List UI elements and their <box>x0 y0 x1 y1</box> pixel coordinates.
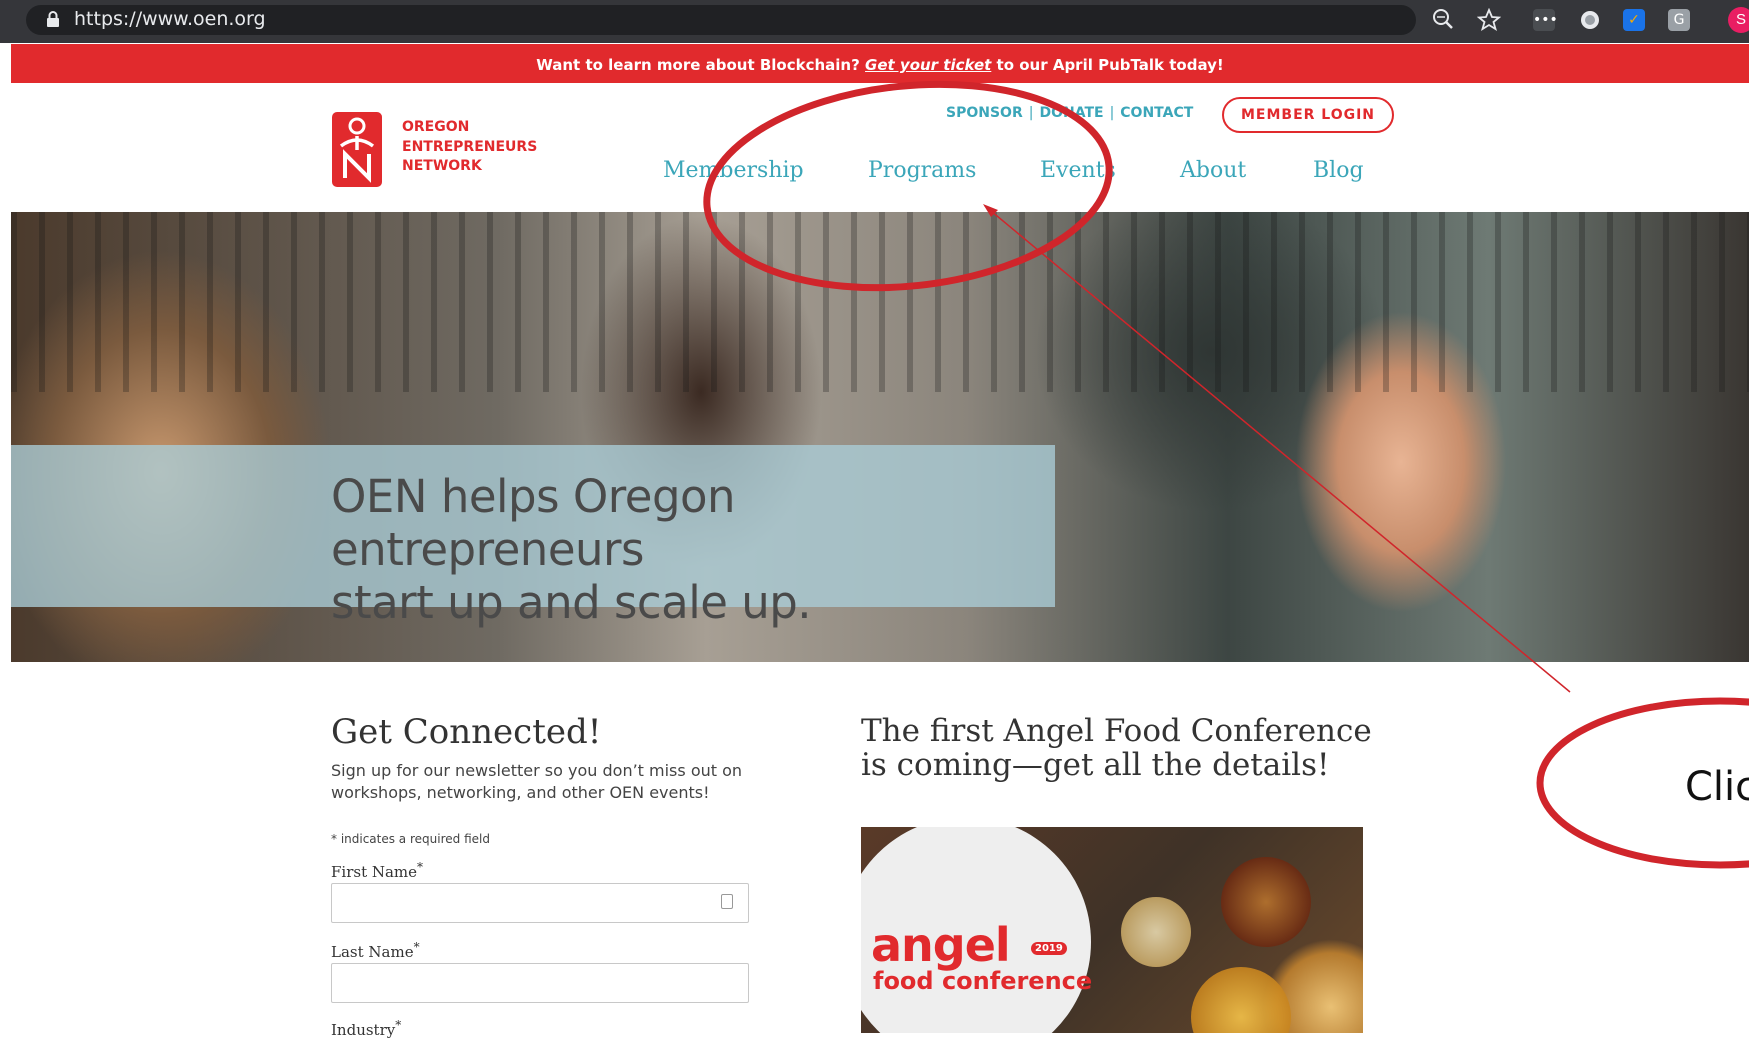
angel-food-conference-image[interactable]: angel food conference 2019 <box>861 827 1363 1033</box>
utility-separator: | <box>1109 105 1115 121</box>
hero-fence-pattern <box>11 212 1749 392</box>
glass-graphic <box>1121 897 1191 967</box>
hero-headline-line2: start up and scale up. <box>331 576 812 629</box>
member-login-button[interactable]: MEMBER LOGIN <box>1222 97 1394 133</box>
logo-wordmark[interactable]: OREGON ENTREPRENEURS NETWORK <box>402 118 537 177</box>
utility-nav: SPONSOR | DONATE | CONTACT <box>946 105 1193 125</box>
hero-headline-line1: OEN helps Oregon entrepreneurs <box>331 470 736 576</box>
industry-label: Industry* <box>331 1018 402 1039</box>
required-field-note: * indicates a required field <box>331 832 490 846</box>
hero-headline: OEN helps Oregon entrepreneurs start up … <box>331 470 1051 629</box>
donate-link[interactable]: DONATE <box>1039 105 1103 121</box>
banner-ticket-link[interactable]: Get your ticket <box>865 56 991 74</box>
bookmark-star-icon[interactable] <box>1477 8 1501 32</box>
angel-logo-subtitle: food conference <box>873 967 1093 995</box>
utility-separator: | <box>1028 105 1034 121</box>
announcement-banner: Want to learn more about Blockchain? Get… <box>11 44 1749 83</box>
nav-blog[interactable]: Blog <box>1313 158 1364 183</box>
article-title[interactable]: The first Angel Food Conference is comin… <box>861 714 1381 782</box>
logo-line-network: NETWORK <box>402 158 482 174</box>
last-name-label: Last Name* <box>331 940 420 961</box>
extension-circle-icon[interactable] <box>1579 9 1601 31</box>
glass-graphic <box>1221 857 1311 947</box>
url-text[interactable]: https://www.oen.org <box>74 8 266 30</box>
extension-dots-icon[interactable]: ••• <box>1533 9 1558 31</box>
logo-line-oregon: OREGON <box>402 119 470 135</box>
annotation-callout-text: Clic <box>1685 764 1749 810</box>
signup-description: Sign up for our newsletter so you don’t … <box>331 761 743 802</box>
angel-logo-year: 2019 <box>1031 942 1067 955</box>
nav-about[interactable]: About <box>1180 158 1246 183</box>
glass-graphic <box>1191 967 1291 1033</box>
banner-text-before: Want to learn more about Blockchain? <box>536 56 860 74</box>
nav-events[interactable]: Events <box>1040 158 1116 183</box>
sponsor-link[interactable]: SPONSOR <box>946 105 1023 121</box>
angel-food-logo: angel food conference <box>871 922 1092 994</box>
signup-title: Get Connected! <box>331 712 602 752</box>
last-name-field[interactable] <box>331 963 749 1003</box>
contact-link[interactable]: CONTACT <box>1120 105 1193 121</box>
browser-toolbar: https://www.oen.org ••• ✓ G S <box>0 0 1749 43</box>
oen-logo-icon[interactable] <box>332 112 382 187</box>
nav-membership[interactable]: Membership <box>663 158 804 183</box>
extension-g-icon[interactable]: G <box>1668 9 1690 31</box>
profile-avatar[interactable]: S <box>1728 7 1749 33</box>
first-name-label: First Name* <box>331 860 424 881</box>
first-name-field[interactable] <box>331 883 749 923</box>
nav-programs[interactable]: Programs <box>868 158 976 183</box>
autofill-card-icon[interactable] <box>721 894 733 909</box>
zoom-icon[interactable] <box>1432 8 1454 30</box>
extension-check-icon[interactable]: ✓ <box>1623 9 1645 31</box>
logo-line-entrepreneurs: ENTREPRENEURS <box>402 138 538 155</box>
banner-text-after: to our April PubTalk today! <box>996 56 1224 74</box>
lock-icon <box>47 11 59 27</box>
